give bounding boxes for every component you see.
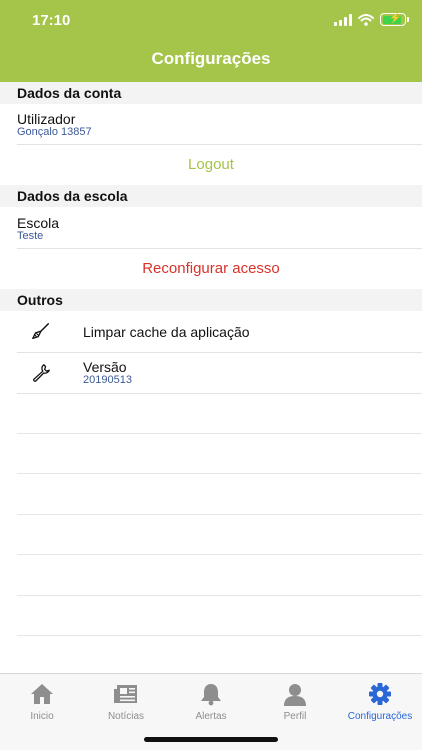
person-icon: [284, 684, 306, 706]
empty-row-separator: [17, 514, 422, 515]
gear-icon: [369, 683, 391, 705]
tab-label: Alertas: [195, 711, 227, 722]
version-label: Versão: [83, 359, 127, 375]
bell-icon: [201, 684, 221, 706]
page-title: Configurações: [151, 49, 271, 68]
tab-label: Inicio: [30, 711, 54, 722]
tab-configuracoes[interactable]: Configurações: [338, 682, 422, 732]
section-header-others: Outros: [0, 289, 422, 311]
reconfigure-access-button[interactable]: Reconfigurar acesso: [0, 260, 422, 277]
version-row: Versão 20190513: [0, 353, 422, 393]
newspaper-icon: [114, 685, 137, 703]
school-label: Escola: [17, 215, 60, 231]
wrench-icon: [33, 364, 50, 382]
signal-icon: [334, 13, 352, 26]
tab-noticias[interactable]: Notícias: [84, 682, 168, 732]
empty-row-separator: [17, 595, 422, 596]
version-value: 20190513: [83, 374, 132, 386]
home-indicator: [144, 737, 278, 742]
tab-alertas[interactable]: Alertas: [169, 682, 253, 732]
wifi-icon: [358, 13, 374, 26]
user-row: Utilizador Gonçalo 13857: [0, 104, 422, 144]
clear-cache-label: Limpar cache da aplicação: [83, 324, 250, 340]
school-row: Escola Teste: [0, 208, 422, 248]
section-header-account: Dados da conta: [0, 82, 422, 104]
user-value: Gonçalo 13857: [17, 126, 92, 138]
settings-screen: 17:10 ⚡ Configurações Dados da conta Uti…: [0, 0, 422, 750]
empty-row-separator: [17, 433, 422, 434]
divider: [17, 144, 422, 145]
status-icons: ⚡: [334, 13, 409, 26]
empty-row-separator: [17, 635, 422, 636]
user-label: Utilizador: [17, 111, 76, 127]
tab-label: Perfil: [283, 711, 307, 722]
header-bar: 17:10 ⚡ Configurações: [0, 0, 422, 82]
tab-perfil[interactable]: Perfil: [253, 682, 337, 732]
section-header-school: Dados da escola: [0, 185, 422, 207]
home-icon: [31, 684, 53, 704]
tab-label: Notícias: [107, 711, 145, 722]
tab-inicio[interactable]: Inicio: [0, 682, 84, 732]
school-value: Teste: [17, 230, 44, 242]
tab-label: Configurações: [347, 711, 413, 722]
status-time: 17:10: [32, 12, 71, 29]
empty-row-separator: [17, 473, 422, 474]
battery-icon: ⚡: [380, 13, 409, 26]
empty-row-separator: [17, 554, 422, 555]
logout-button[interactable]: Logout: [0, 156, 422, 173]
broom-icon: [32, 323, 50, 340]
clear-cache-row[interactable]: Limpar cache da aplicação: [0, 312, 422, 352]
divider: [17, 393, 422, 394]
divider: [17, 248, 422, 249]
